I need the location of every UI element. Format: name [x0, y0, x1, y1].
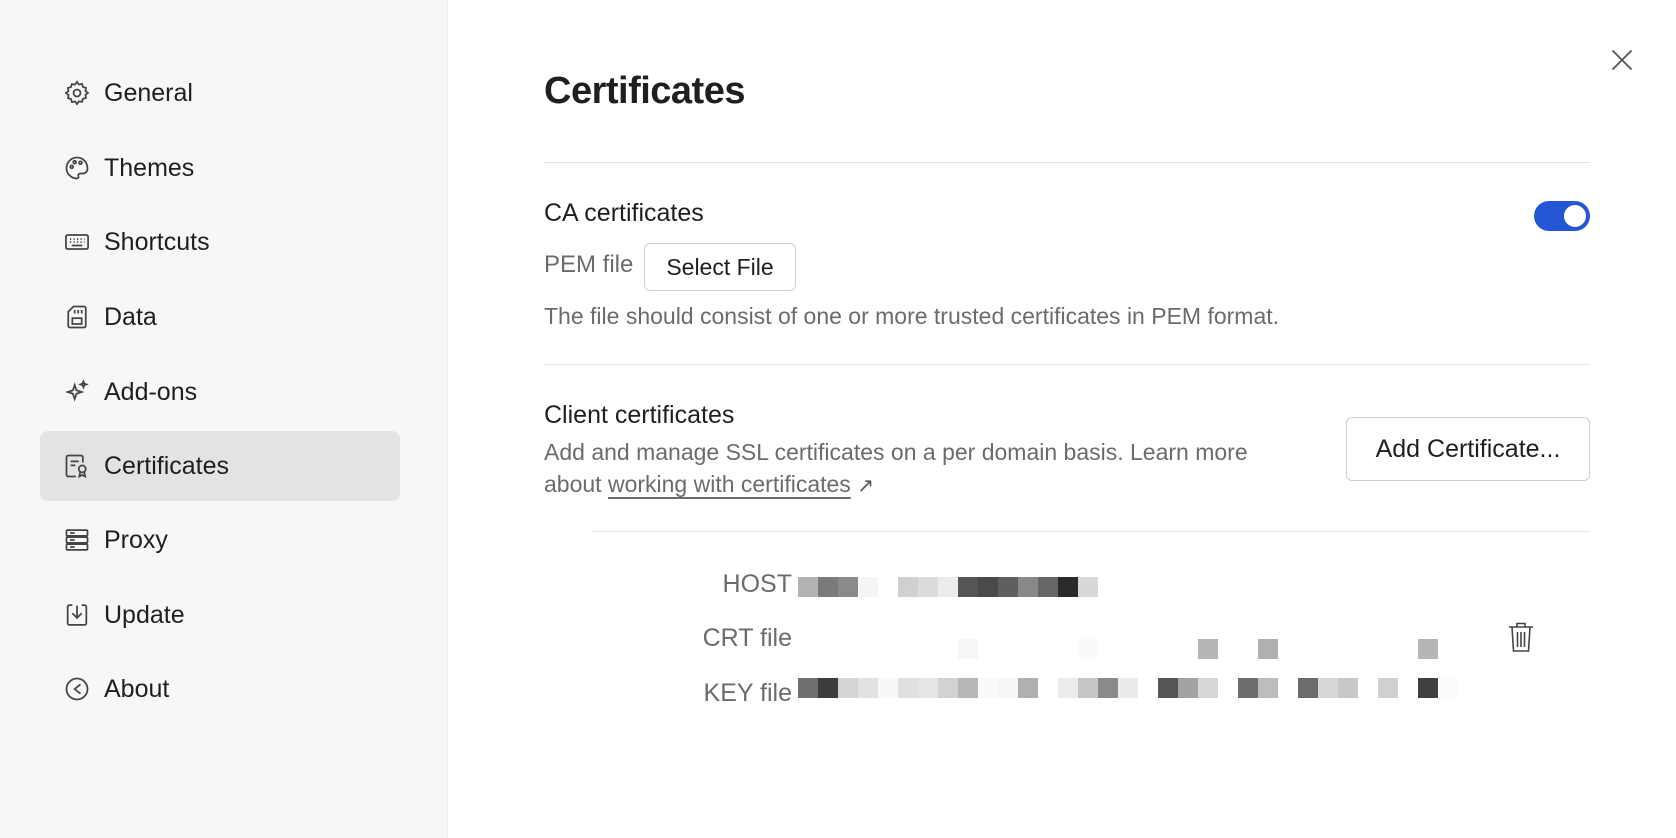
sparkle-icon [62, 377, 92, 407]
key-file-label: KEY file [703, 679, 792, 707]
add-certificate-button[interactable]: Add Certificate... [1346, 417, 1590, 481]
key-value-redacted [798, 678, 1458, 698]
sidebar-item-label: General [104, 78, 193, 107]
select-file-button[interactable]: Select File [644, 243, 796, 291]
settings-content: Certificates CA certificates PEM file Se… [544, 0, 1590, 838]
crt-file-label: CRT file [702, 624, 792, 652]
sidebar-item-about[interactable]: About [40, 654, 400, 724]
trash-icon [1509, 622, 1533, 652]
working-with-certificates-link[interactable]: working with certificates [608, 471, 851, 497]
external-link-icon: ↗ [857, 475, 874, 497]
sidebar-item-label: About [104, 674, 170, 703]
sd-card-icon [62, 302, 92, 332]
sidebar-item-update[interactable]: Update [40, 580, 400, 650]
close-button[interactable] [1606, 44, 1638, 76]
sidebar-item-add-ons[interactable]: Add-ons [40, 357, 400, 427]
sidebar-item-data[interactable]: Data [40, 282, 400, 352]
gear-icon [62, 78, 92, 108]
close-icon [1612, 50, 1632, 70]
sidebar-item-proxy[interactable]: Proxy [40, 505, 400, 575]
ca-description: The file should consist of one or more t… [544, 303, 1280, 329]
sidebar-item-label: Certificates [104, 451, 230, 480]
sidebar-item-label: Add-ons [104, 377, 198, 406]
sidebar-item-general[interactable]: General [40, 58, 400, 128]
server-icon [62, 525, 92, 555]
divider [544, 364, 1590, 365]
sidebar-item-label: Themes [104, 153, 195, 182]
palette-icon [62, 153, 92, 183]
keyboard-icon [62, 227, 92, 257]
client-description: Add and manage SSL certificates on a per… [544, 436, 1284, 502]
sidebar-item-themes[interactable]: Themes [40, 133, 400, 203]
crt-value-redacted [798, 639, 1438, 659]
host-value-redacted [798, 577, 1098, 597]
certificate-icon [62, 451, 92, 481]
divider [592, 531, 1590, 532]
host-label: HOST [722, 570, 792, 598]
download-icon [62, 600, 92, 630]
ca-certificates-title: CA certificates [544, 199, 704, 227]
sidebar-item-label: Update [104, 600, 185, 629]
client-certificates-title: Client certificates [544, 401, 735, 429]
delete-certificate-button[interactable] [1506, 620, 1536, 654]
page-title: Certificates [544, 70, 745, 112]
sidebar-item-certificates[interactable]: Certificates [40, 431, 400, 501]
settings-sidebar: General Themes Shortcuts Data Add-ons Ce… [0, 0, 448, 838]
divider [544, 162, 1590, 163]
ca-certificates-toggle[interactable] [1534, 201, 1590, 231]
sidebar-item-label: Data [104, 302, 157, 331]
sidebar-item-label: Proxy [104, 525, 168, 554]
sidebar-item-shortcuts[interactable]: Shortcuts [40, 207, 400, 277]
info-circle-icon [62, 674, 92, 704]
pem-file-label: PEM file [544, 251, 634, 278]
sidebar-item-label: Shortcuts [104, 227, 210, 256]
toggle-knob [1564, 205, 1586, 227]
